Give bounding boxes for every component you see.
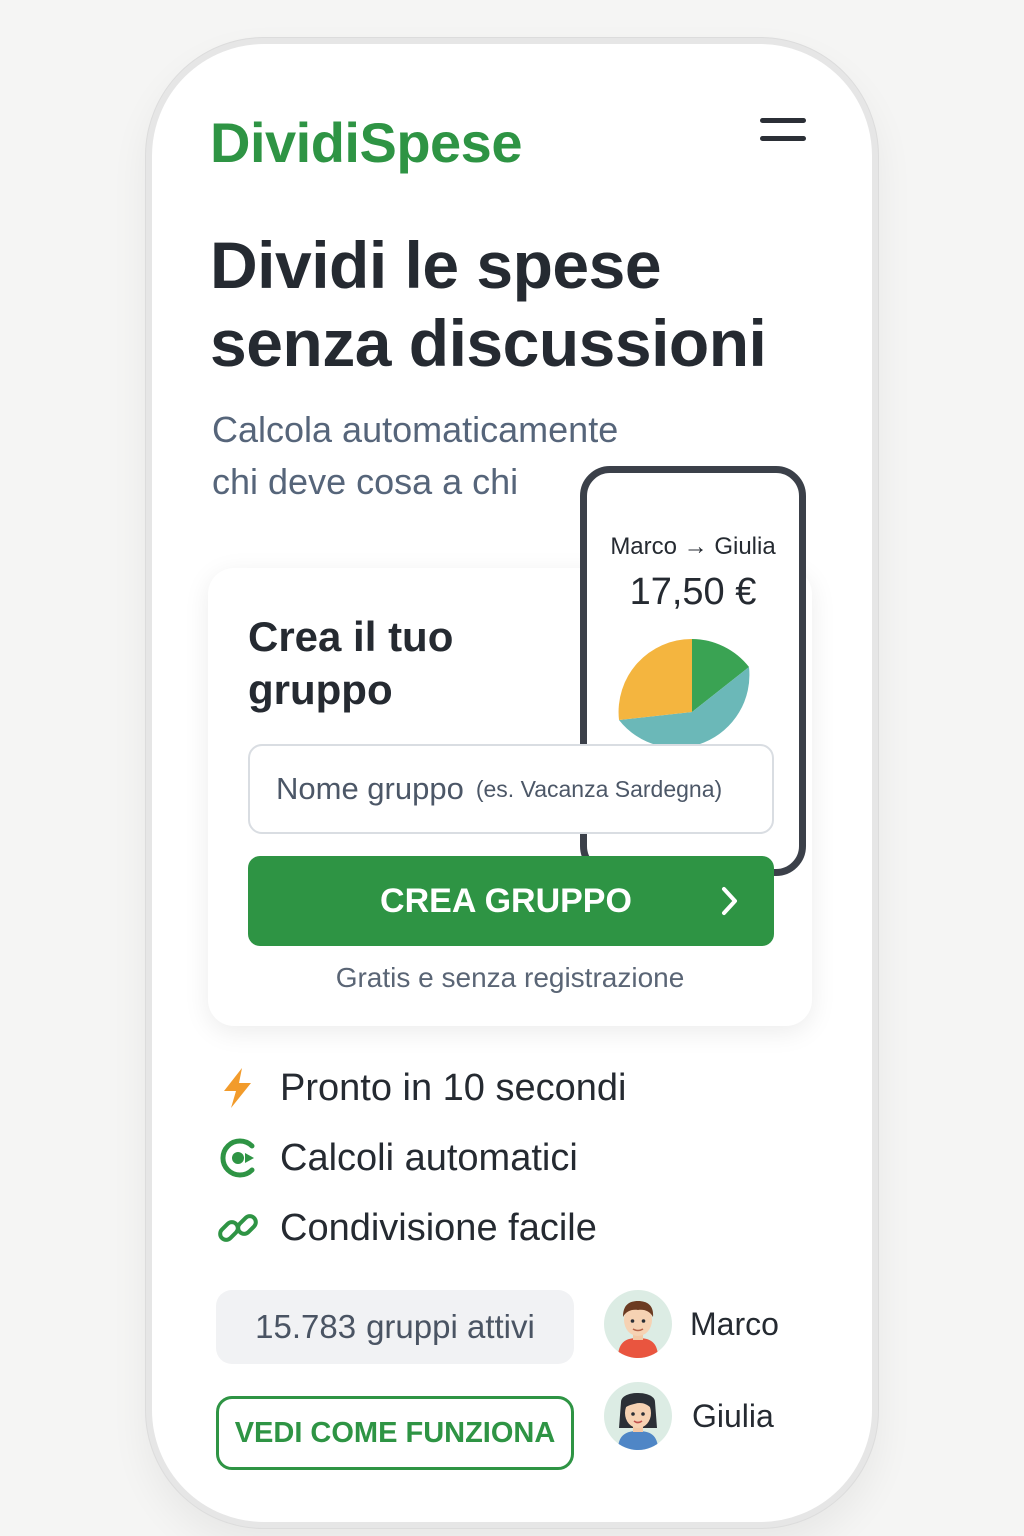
avatar-female-icon [604, 1382, 672, 1450]
auto-calc-icon [220, 1138, 255, 1178]
free-note: Gratis e senza registrazione [335, 962, 685, 993]
chevron-right-icon [722, 887, 737, 915]
feature-item-fast: Pronto in 10 secondi [216, 1064, 626, 1112]
avatar-male-icon [604, 1290, 672, 1358]
lightning-bolt-icon [224, 1068, 251, 1108]
create-group-button[interactable]: CREA GRUPPO [248, 856, 774, 946]
pie-slice-yellow [618, 638, 692, 720]
create-group-title: Crea il tuo gruppo [248, 610, 568, 716]
preview-pie-chart-icon [618, 638, 750, 747]
menu-bar [760, 136, 806, 141]
create-group-title-line-2: gruppo [248, 666, 393, 713]
hero-title-line-2: senza discussioni [210, 306, 767, 380]
hero-subtitle-line-1: Calcola automaticamente [212, 409, 619, 450]
user-name: Marco [690, 1306, 779, 1342]
hero-title-line-1: Dividi le spese [210, 228, 662, 302]
brand-logo[interactable]: DividiSpese [210, 110, 522, 175]
group-name-hint: (es. Vacanza Sardegna) [475, 775, 723, 802]
hero-title: Dividi le spese senza discussioni [210, 226, 810, 382]
create-group-title-line-1: Crea il tuo [248, 613, 454, 660]
active-groups-badge: 15.783 gruppi attivi [216, 1290, 574, 1364]
feature-item-auto: Calcoli automatici [216, 1134, 578, 1182]
how-it-works-button[interactable]: VEDI COME FUNZIONA [216, 1396, 574, 1470]
feature-label: Calcoli automatici [280, 1136, 578, 1179]
feature-label: Pronto in 10 secondi [280, 1066, 627, 1109]
preview-amount: 17,50 € [629, 571, 757, 613]
group-name-placeholder: Nome gruppo [276, 771, 464, 806]
user-name: Giulia [692, 1398, 774, 1434]
active-groups-label: gruppi attivi [366, 1308, 535, 1345]
preview-names: Marco → Giulia [610, 533, 776, 560]
hamburger-menu-icon[interactable] [756, 114, 808, 150]
link-icon [218, 1214, 258, 1242]
feature-label: Condivisione facile [280, 1206, 597, 1249]
menu-bar [760, 118, 806, 123]
feature-item-share: Condivisione facile [216, 1204, 597, 1252]
create-group-button-label: CREA GRUPPO [380, 881, 632, 920]
active-groups-count: 15.783 [255, 1308, 357, 1345]
group-name-input[interactable]: Nome gruppo (es. Vacanza Sardegna) [248, 744, 774, 834]
